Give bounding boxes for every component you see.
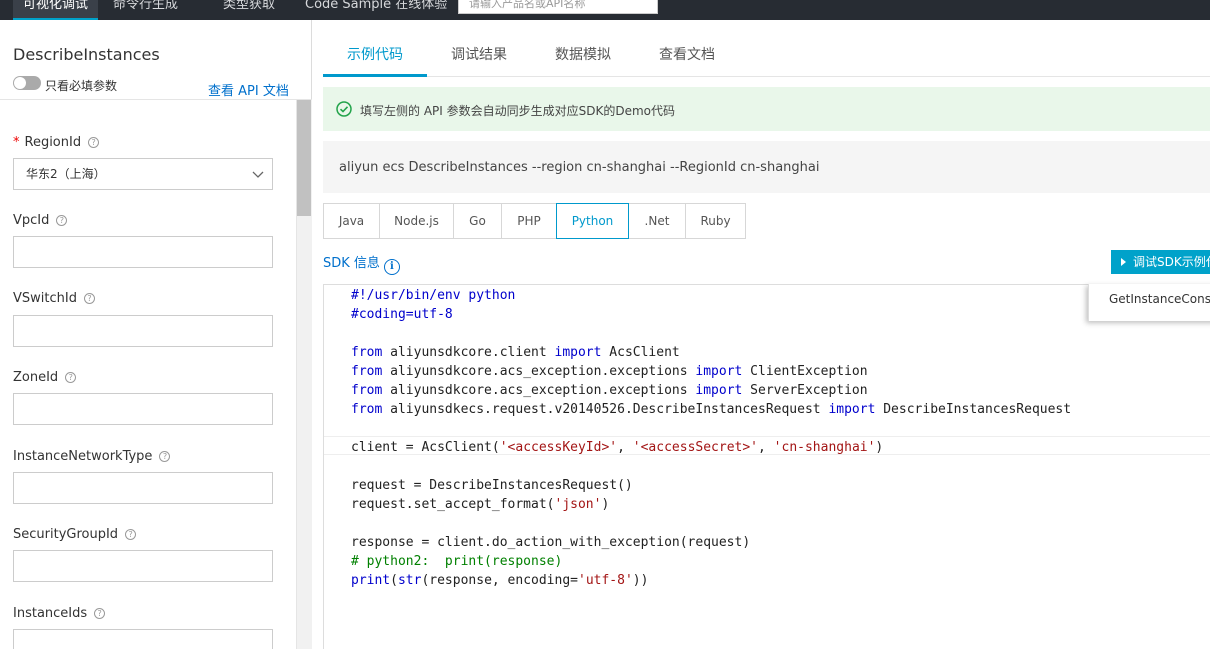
field-label-securitygroupid: SecurityGroupId? (13, 527, 137, 542)
debug-sdk-button-label: 调试SDK示例代码 (1133, 255, 1210, 269)
field-label-vpcid: VpcId? (13, 213, 68, 228)
vswitchid-input[interactable] (13, 315, 273, 347)
lang-tab-go[interactable]: Go (453, 203, 502, 239)
field-label-vswitchid: VSwitchId? (13, 291, 95, 306)
required-only-toggle[interactable] (13, 76, 41, 90)
suggestion-item[interactable]: GetInstanceConsoleOutput (1109, 292, 1210, 306)
play-icon (1121, 258, 1126, 266)
lang-tab-python[interactable]: Python (556, 203, 629, 239)
api-doc-link[interactable]: 查看 API 文档 (208, 80, 289, 99)
regionid-select-value: 华东2（上海） (26, 167, 106, 181)
field-label-text: VSwitchId (13, 291, 77, 306)
instanceids-input[interactable] (13, 629, 273, 649)
cli-command-box: aliyun ecs DescribeInstances --region cn… (323, 141, 1210, 193)
api-search-input[interactable]: 请输入产品名或API名称 (458, 0, 658, 14)
required-star: * (13, 135, 20, 150)
field-label-text: VpcId (13, 213, 50, 228)
tab-cli-generate[interactable]: 命令行生成 (113, 0, 178, 20)
info-icon: i (383, 259, 400, 275)
notice-text: 填写左侧的 API 参数会自动同步生成对应SDK的Demo代码 (360, 104, 675, 118)
help-icon[interactable]: ? (83, 293, 95, 304)
lang-tab-php[interactable]: PHP (501, 203, 557, 239)
tab-data-mock[interactable]: 数据模拟 (531, 40, 635, 77)
params-panel: DescribeInstances 只看必填参数 查看 API 文档 * Regi… (0, 20, 312, 649)
cli-command-text: aliyun ecs DescribeInstances --region cn… (339, 160, 820, 175)
top-nav: 可视化调试 命令行生成 类型获取 Code Sample 在线体验 请输入产品名… (0, 0, 1210, 20)
field-label-regionid: * RegionId? (13, 135, 100, 150)
scrollbar-thumb[interactable] (297, 100, 311, 216)
divider (0, 99, 312, 100)
lang-tab-ruby[interactable]: Ruby (685, 203, 746, 239)
info-notice: 填写左侧的 API 参数会自动同步生成对应SDK的Demo代码 (323, 87, 1210, 131)
code-editor[interactable]: #!/usr/bin/env python #coding=utf-8 from… (323, 284, 1210, 649)
debug-sdk-button[interactable]: 调试SDK示例代码 (1111, 250, 1210, 274)
field-label-instanceids: InstanceIds? (13, 606, 106, 621)
code-block: #!/usr/bin/env python #coding=utf-8 from… (351, 288, 1072, 588)
sdk-info-label: SDK 信息 (323, 256, 380, 271)
tab-code-sample[interactable]: Code Sample 在线体验 (305, 0, 447, 20)
field-label-text: RegionId (24, 135, 82, 150)
zoneid-input[interactable] (13, 393, 273, 425)
api-suggestion-popup: GetInstanceConsoleOutput (1088, 284, 1210, 321)
help-icon[interactable]: ? (125, 529, 137, 540)
securitygroupid-input[interactable] (13, 550, 273, 582)
tab-visual-debug[interactable]: 可视化调试 (13, 0, 99, 20)
help-icon[interactable]: ? (65, 372, 77, 383)
tab-debug-result[interactable]: 调试结果 (427, 40, 531, 77)
regionid-select[interactable]: 华东2（上海） (13, 158, 273, 190)
lang-tab-java[interactable]: Java (323, 203, 380, 239)
help-icon[interactable]: ? (88, 137, 100, 148)
api-name-title: DescribeInstances (13, 45, 160, 64)
field-label-text: InstanceNetworkType (13, 449, 153, 464)
lang-tab-nodejs[interactable]: Node.js (379, 203, 454, 239)
chevron-down-icon (252, 171, 264, 178)
vpcid-input[interactable] (13, 236, 273, 268)
help-icon[interactable]: ? (56, 215, 68, 226)
toggle-knob (14, 77, 26, 89)
field-label-text: SecurityGroupId (13, 527, 119, 542)
tab-view-docs[interactable]: 查看文档 (635, 40, 739, 77)
check-circle-icon (336, 101, 352, 117)
sdk-info-link[interactable]: SDK 信息 i (323, 252, 400, 275)
result-tabs: 示例代码 调试结果 数据模拟 查看文档 (323, 40, 1210, 77)
result-panel: 示例代码 调试结果 数据模拟 查看文档 填写左侧的 API 参数会自动同步生成对… (323, 20, 1210, 649)
field-label-zoneid: ZoneId? (13, 370, 77, 385)
lang-tab-dotnet[interactable]: .Net (628, 203, 686, 239)
tab-type-get[interactable]: 类型获取 (223, 0, 275, 20)
field-label-text: ZoneId (13, 370, 59, 385)
help-icon[interactable]: ? (94, 608, 106, 619)
tab-sample-code[interactable]: 示例代码 (323, 40, 427, 77)
instancenetworktype-input[interactable] (13, 472, 273, 504)
help-icon[interactable]: ? (159, 451, 171, 462)
field-label-instancenetworktype: InstanceNetworkType? (13, 449, 171, 464)
required-only-label: 只看必填参数 (45, 79, 118, 93)
field-label-text: InstanceIds (13, 606, 88, 621)
